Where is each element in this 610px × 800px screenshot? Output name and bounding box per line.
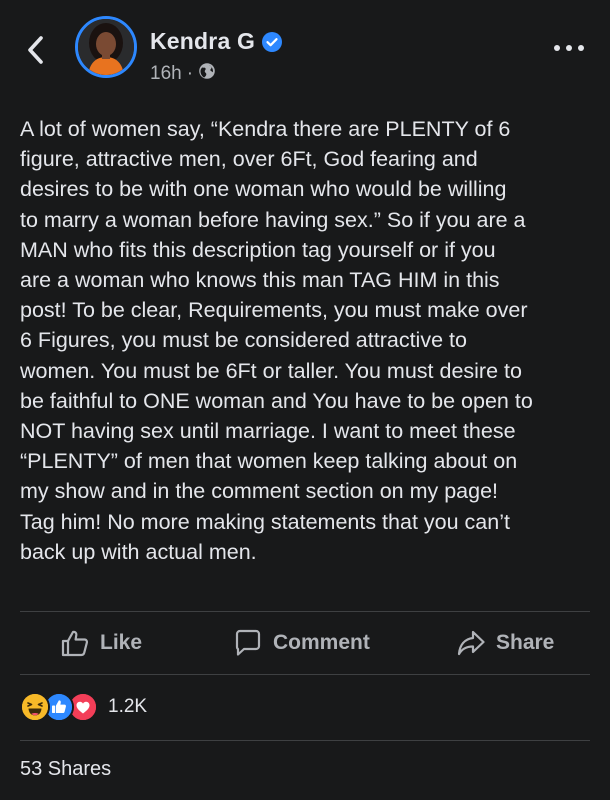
share-arrow-icon	[457, 630, 485, 656]
shares-count[interactable]: 53 Shares	[20, 758, 111, 781]
author-name-row[interactable]: Kendra G	[150, 28, 283, 55]
dot-icon	[566, 45, 572, 51]
like-label[interactable]: Like	[100, 631, 142, 655]
more-options-button[interactable]	[554, 38, 584, 58]
dot-icon	[554, 45, 560, 51]
post-time[interactable]: 16h	[150, 63, 182, 85]
share-button[interactable]: Share	[456, 612, 554, 674]
post-text: A lot of women say, “Kendra there are PL…	[20, 117, 533, 564]
comment-label[interactable]: Comment	[273, 631, 370, 655]
author-avatar[interactable]	[75, 16, 137, 78]
post-meta: 16h ·	[150, 62, 216, 86]
author-name[interactable]: Kendra G	[150, 28, 255, 55]
like-button[interactable]: Like	[60, 612, 142, 674]
verified-badge-icon	[261, 31, 283, 53]
globe-icon	[198, 62, 216, 86]
comment-button[interactable]: Comment	[233, 612, 370, 674]
comment-icon	[235, 629, 261, 656]
reactions-summary[interactable]: 1.2K	[20, 690, 147, 724]
dot-icon	[578, 45, 584, 51]
divider	[20, 740, 590, 741]
reaction-count[interactable]: 1.2K	[108, 696, 147, 718]
thumbs-up-icon	[61, 630, 89, 657]
haha-icon	[20, 692, 50, 722]
share-label[interactable]: Share	[496, 631, 554, 655]
post-header: Kendra G 16h ·	[0, 0, 610, 100]
avatar-image	[78, 19, 134, 75]
meta-separator: ·	[186, 63, 194, 84]
back-button[interactable]	[20, 32, 52, 68]
action-bar: Like Comment Share	[0, 612, 610, 674]
divider	[20, 674, 590, 675]
chevron-left-icon	[28, 36, 43, 64]
